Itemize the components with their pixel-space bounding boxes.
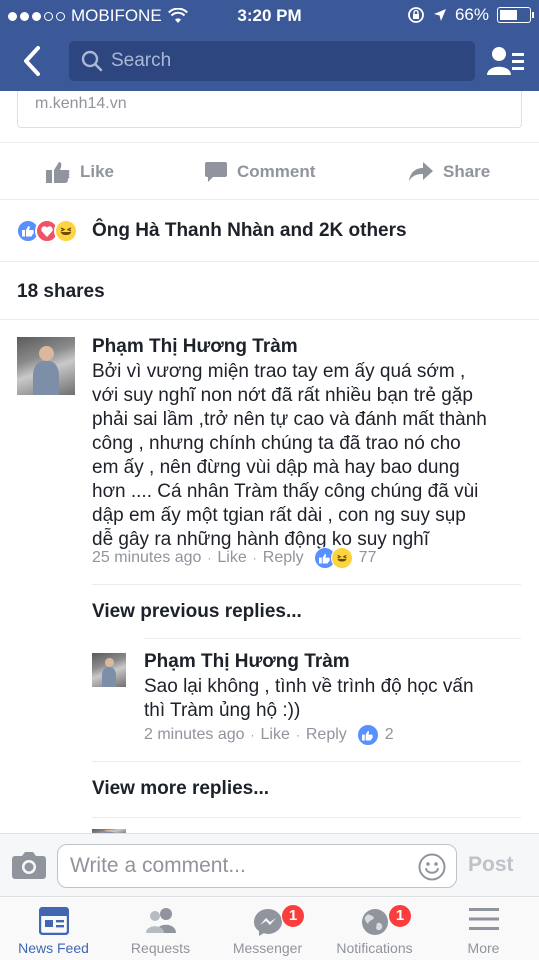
globe-icon: [361, 909, 388, 935]
rotation-lock-icon: [408, 7, 424, 23]
back-chevron-icon[interactable]: [18, 44, 48, 78]
messenger-badge: 1: [281, 904, 305, 928]
status-bar: MOBIFONE 3:20 PM 66%: [0, 0, 539, 32]
comment-input[interactable]: [70, 854, 400, 878]
bottom-tab-bar: News Feed Requests 1 Messenger 1 Notific…: [0, 896, 539, 960]
friend-list-icon[interactable]: [487, 44, 525, 78]
divider: [92, 584, 521, 585]
comment-author-name[interactable]: Phạm Thị Hương Tràm: [92, 336, 298, 358]
shares-count[interactable]: 18 shares: [0, 262, 539, 320]
reply-text: Sao lại không , tình về trình độ học vấn…: [144, 676, 474, 721]
shared-link-card[interactable]: m.kenh14.vn: [17, 91, 522, 128]
emoji-smile-icon[interactable]: [418, 853, 446, 881]
link-domain: m.kenh14.vn: [35, 95, 127, 112]
battery-percentage: 66%: [454, 5, 489, 24]
comment-timestamp: 25 minutes ago: [92, 549, 202, 566]
notifications-badge: 1: [388, 904, 412, 928]
comment-reply-link[interactable]: Reply: [263, 549, 304, 567]
location-arrow-icon: [433, 9, 446, 21]
tab-requests[interactable]: Requests: [107, 897, 214, 960]
like-reaction-icon[interactable]: [356, 724, 379, 746]
post-comment-button[interactable]: Post: [468, 853, 514, 877]
reply-author-name[interactable]: Phạm Thị Hương Tràm: [144, 651, 350, 673]
comment-composer: Post: [0, 833, 539, 896]
tab-more[interactable]: More: [428, 897, 539, 960]
reactions-text: Ông Hà Thanh Nhàn and 2K others: [92, 220, 407, 241]
haha-reaction-icon: [54, 219, 78, 243]
messenger-icon: [253, 909, 282, 936]
divider: [144, 638, 521, 639]
share-arrow-icon: [409, 162, 433, 181]
comment-button[interactable]: Comment: [205, 143, 315, 201]
comment-reactions[interactable]: [313, 547, 353, 569]
friend-requests-icon: [145, 908, 176, 933]
reply-reaction-count: 2: [384, 726, 394, 743]
search-icon: [81, 50, 103, 72]
comment-like-link[interactable]: Like: [217, 549, 246, 567]
tab-messenger[interactable]: 1 Messenger: [214, 897, 321, 960]
comment-meta: 25 minutes ago · Like · Reply 77: [92, 547, 376, 569]
comment-reaction-count: 77: [358, 549, 377, 566]
search-bar[interactable]: [69, 41, 475, 81]
hamburger-icon: [468, 908, 499, 930]
comment-input-box[interactable]: [57, 844, 457, 888]
view-previous-replies-link[interactable]: View previous replies...: [92, 601, 302, 623]
camera-icon[interactable]: [12, 851, 46, 879]
like-button[interactable]: Like: [46, 143, 114, 201]
reply-meta: 2 minutes ago · Like · Reply 2: [144, 724, 394, 746]
top-navigation-bar: MOBIFONE 3:20 PM 66%: [0, 0, 539, 91]
post-action-bar: Like Comment Share: [0, 142, 539, 200]
share-button[interactable]: Share: [409, 143, 490, 201]
tab-news-feed[interactable]: News Feed: [0, 897, 107, 960]
divider: [92, 761, 521, 762]
reply-reply-link[interactable]: Reply: [306, 726, 347, 744]
news-feed-icon: [38, 907, 69, 935]
reply-timestamp: 2 minutes ago: [144, 726, 245, 743]
reply-like-link[interactable]: Like: [261, 726, 290, 744]
comment-text: Bởi vì vương miện trao tay em ấy quá sớm…: [92, 361, 487, 550]
battery-icon: [497, 7, 534, 23]
comment-bubble-icon: [205, 162, 227, 182]
comment-author-avatar[interactable]: [17, 337, 75, 395]
reactions-summary[interactable]: Ông Hà Thanh Nhàn and 2K others: [0, 200, 539, 262]
haha-reaction-icon: [330, 547, 353, 569]
thumbs-up-icon: [46, 162, 70, 183]
reply-author-avatar[interactable]: [92, 653, 126, 687]
view-more-replies-link[interactable]: View more replies...: [92, 778, 269, 800]
search-input[interactable]: [111, 50, 451, 72]
divider: [92, 817, 521, 818]
tab-notifications[interactable]: 1 Notifications: [321, 897, 428, 960]
